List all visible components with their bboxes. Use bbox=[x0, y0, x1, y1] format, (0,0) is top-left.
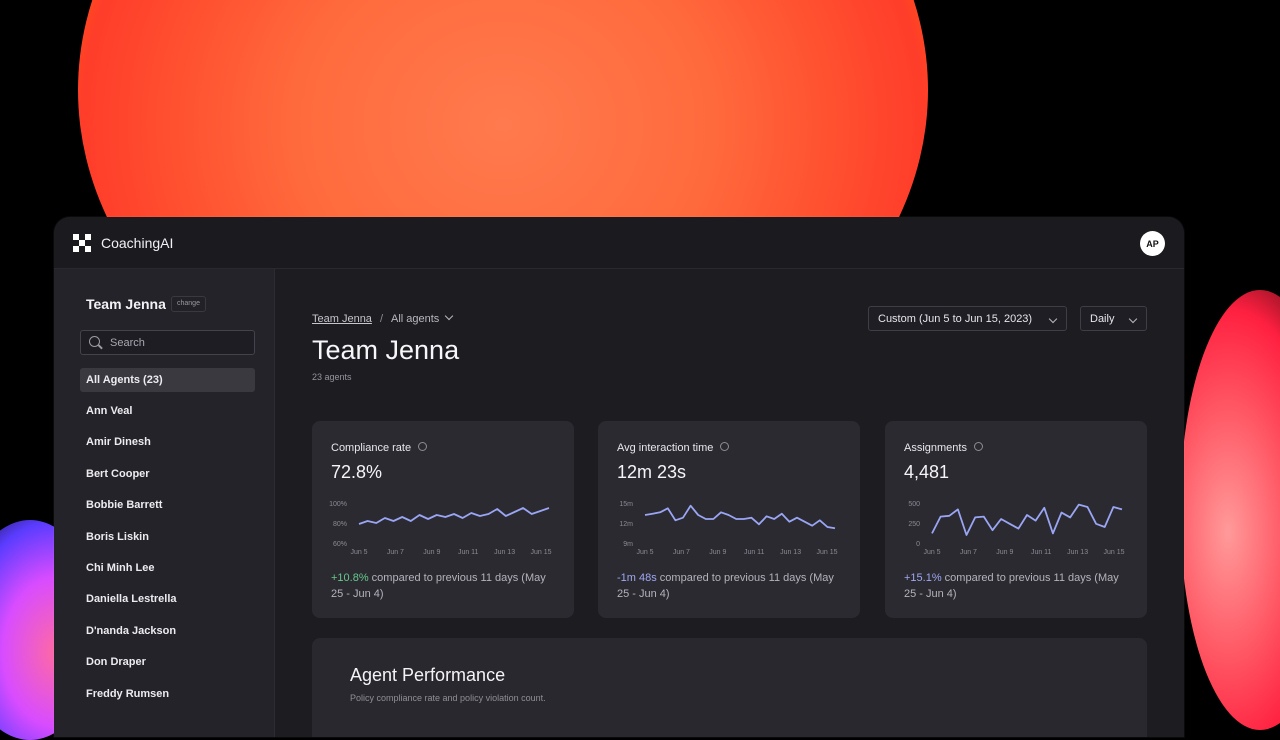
breadcrumb-agents-dropdown[interactable]: All agents bbox=[391, 311, 454, 325]
sidebar-item-agent[interactable]: D'nanda Jackson bbox=[80, 619, 255, 643]
y-tick-label: 9m bbox=[623, 541, 633, 548]
metric-value: 12m 23s bbox=[617, 462, 687, 482]
coachingai-logo-icon bbox=[73, 234, 91, 252]
x-tick-label: Jun 9 bbox=[423, 549, 440, 556]
metric-card: Compliance rate 72.8% +10.8% compared to p… bbox=[312, 421, 574, 618]
breadcrumb-current: All agents bbox=[391, 313, 440, 325]
sidebar-item-agent[interactable]: Boris Liskin bbox=[80, 525, 255, 549]
date-range-value: Custom (Jun 5 to Jun 15, 2023) bbox=[878, 313, 1033, 325]
metric-title-text: Compliance rate bbox=[331, 442, 412, 454]
agent-performance-panel: Agent Performance Policy compliance rate… bbox=[312, 638, 1147, 737]
info-icon[interactable] bbox=[973, 442, 983, 451]
y-tick-label: 60% bbox=[333, 541, 347, 548]
metric-comparison: -1m 48s compared to previous 11 days (Ma… bbox=[617, 570, 847, 602]
sidebar-item-agent[interactable]: Chi Minh Lee bbox=[80, 556, 255, 580]
x-tick-label: Jun 9 bbox=[709, 549, 726, 556]
x-tick-label: Jun 7 bbox=[960, 549, 977, 556]
granularity-value: Daily bbox=[1090, 313, 1115, 325]
sidebar-item-agent[interactable]: Bert Cooper bbox=[80, 462, 255, 486]
metric-comparison: +10.8% compared to previous 11 days (May… bbox=[331, 570, 561, 602]
metric-title-text: Assignments bbox=[904, 442, 967, 454]
metric-comparison: +15.1% compared to previous 11 days (May… bbox=[904, 570, 1134, 602]
sidebar-team-name: Team Jenna bbox=[86, 296, 166, 312]
x-tick-label: Jun 11 bbox=[458, 549, 479, 556]
main-content: Team Jenna / All agents Team Jenna 23 agen… bbox=[275, 269, 1184, 737]
x-tick-label: Jun 15 bbox=[816, 549, 837, 556]
y-tick-label: 250 bbox=[908, 521, 920, 528]
agent-performance-title: Agent Performance bbox=[350, 665, 506, 685]
y-tick-label: 100% bbox=[329, 501, 347, 508]
x-tick-label: Jun 13 bbox=[494, 549, 515, 556]
metric-card: Avg interaction time 12m 23s -1m 48s compa… bbox=[598, 421, 860, 618]
y-tick-label: 0 bbox=[916, 541, 920, 548]
metric-line-chart: 15m 12m 9mJun 5 Jun 7 Jun 9 Jun 11 Jun 13 Jun 1… bbox=[619, 501, 837, 556]
app-window: CoachingAI AP Team Jenna change All Agen… bbox=[54, 217, 1184, 737]
chevron-down-icon bbox=[1048, 314, 1058, 324]
sidebar-item-agent[interactable]: Ann Veal bbox=[80, 399, 255, 423]
sidebar: Team Jenna change All Agents (23) Ann Vea… bbox=[54, 269, 275, 737]
agents-count: 23 agents bbox=[312, 372, 352, 382]
x-tick-label: Jun 5 bbox=[636, 549, 653, 556]
sidebar-item-agent[interactable]: Freddy Rumsen bbox=[80, 682, 255, 706]
x-tick-label: Jun 5 bbox=[350, 549, 367, 556]
brand-name: CoachingAI bbox=[101, 235, 174, 251]
metric-card: Assignments 4,481 +15.1% compared to previ… bbox=[885, 421, 1147, 618]
granularity-select[interactable]: Daily bbox=[1080, 306, 1147, 331]
y-tick-label: 15m bbox=[619, 501, 633, 508]
sidebar-item-agent[interactable]: Bobbie Barrett bbox=[80, 493, 255, 517]
metric-line-chart: 500 250 0Jun 5 Jun 7 Jun 9 Jun 11 Jun 13 Jun 15 bbox=[908, 501, 1124, 556]
sidebar-item-agent[interactable]: Amir Dinesh bbox=[80, 430, 255, 454]
x-tick-label: Jun 5 bbox=[923, 549, 940, 556]
info-icon[interactable] bbox=[720, 442, 730, 451]
x-tick-label: Jun 11 bbox=[1031, 549, 1052, 556]
breadcrumb-separator: / bbox=[379, 313, 383, 325]
x-tick-label: Jun 11 bbox=[744, 549, 765, 556]
breadcrumb: Team Jenna / All agents bbox=[312, 311, 454, 325]
date-range-select[interactable]: Custom (Jun 5 to Jun 15, 2023) bbox=[868, 306, 1067, 331]
x-tick-label: Jun 15 bbox=[530, 549, 551, 556]
sidebar-item-agent[interactable]: Don Draper bbox=[80, 650, 255, 674]
x-tick-label: Jun 13 bbox=[1067, 549, 1088, 556]
breadcrumb-team-link[interactable]: Team Jenna bbox=[312, 313, 372, 325]
top-bar: CoachingAI AP bbox=[54, 217, 1184, 269]
x-tick-label: Jun 9 bbox=[996, 549, 1013, 556]
user-avatar[interactable]: AP bbox=[1140, 231, 1165, 256]
series-line bbox=[931, 503, 1123, 536]
y-tick-label: 500 bbox=[908, 501, 920, 508]
y-tick-label: 12m bbox=[619, 521, 633, 528]
background-glow-right bbox=[1180, 290, 1280, 730]
x-tick-label: Jun 13 bbox=[780, 549, 801, 556]
y-tick-label: 80% bbox=[333, 521, 347, 528]
agent-search[interactable] bbox=[80, 330, 255, 355]
metric-delta: +15.1% bbox=[904, 572, 942, 584]
sidebar-item-agent[interactable]: Daniella Lestrella bbox=[80, 587, 255, 611]
x-tick-label: Jun 7 bbox=[387, 549, 404, 556]
sidebar-item-all-agents[interactable]: All Agents (23) bbox=[80, 368, 255, 392]
metric-title: Compliance rate bbox=[331, 442, 428, 454]
metric-value: 4,481 bbox=[904, 462, 950, 482]
page-title: Team Jenna bbox=[312, 335, 460, 365]
search-icon bbox=[89, 336, 100, 347]
change-team-button[interactable]: change bbox=[171, 296, 206, 312]
metric-value: 72.8% bbox=[331, 462, 383, 482]
x-tick-label: Jun 7 bbox=[673, 549, 690, 556]
agent-performance-subtitle: Policy compliance rate and policy violat… bbox=[350, 693, 546, 703]
metric-delta: +10.8% bbox=[331, 572, 369, 584]
metric-title-text: Avg interaction time bbox=[617, 442, 714, 454]
metric-line-chart: 100% 80% 60%Jun 5 Jun 7 Jun 9 Jun 11 Jun 13 Jun… bbox=[329, 501, 552, 556]
x-tick-label: Jun 15 bbox=[1103, 549, 1124, 556]
chevron-down-icon bbox=[445, 311, 454, 321]
search-input[interactable] bbox=[108, 334, 252, 352]
series-line bbox=[358, 507, 550, 525]
info-icon[interactable] bbox=[418, 442, 428, 451]
series-line bbox=[644, 504, 836, 530]
metric-title: Assignments bbox=[904, 442, 983, 454]
metric-title: Avg interaction time bbox=[617, 442, 730, 454]
metric-delta: -1m 48s bbox=[617, 572, 657, 584]
chevron-down-icon bbox=[1128, 314, 1138, 324]
